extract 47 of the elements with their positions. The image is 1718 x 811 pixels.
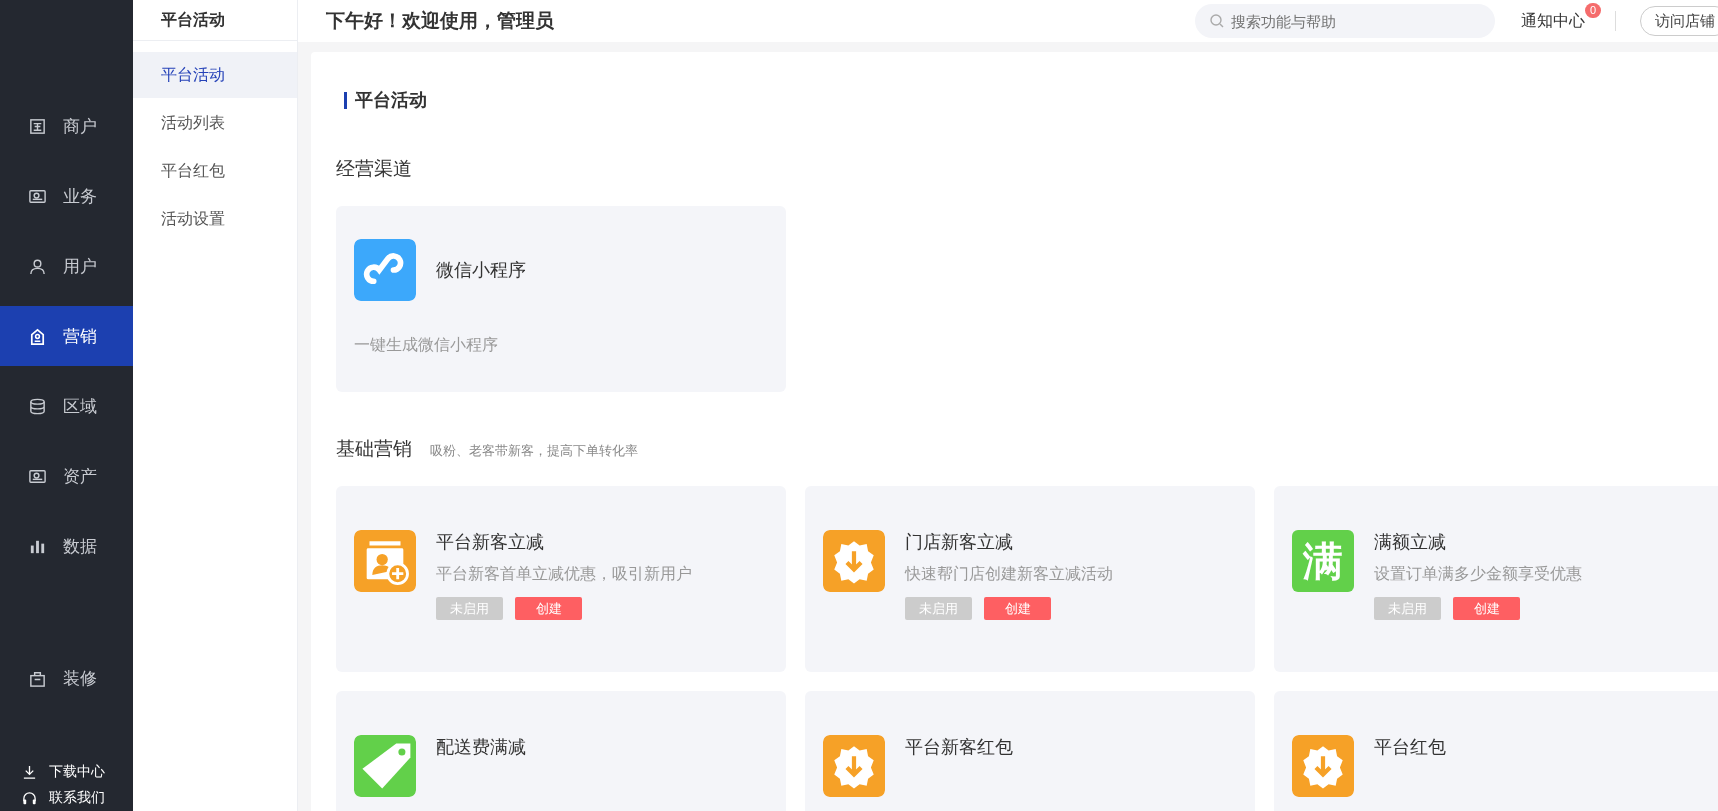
database-icon: [28, 396, 47, 416]
card-description: 平台新客首单立减优惠，吸引新用户: [436, 564, 692, 584]
search-field[interactable]: 搜索功能与帮助: [1195, 4, 1495, 38]
card-title: 门店新客立减: [905, 531, 1014, 554]
sidebar-item[interactable]: 数据: [0, 516, 133, 576]
footer-link[interactable]: 下载中心: [22, 763, 133, 781]
card-title: 满额立减: [1374, 531, 1447, 554]
tag-icon: [28, 326, 47, 346]
headset-icon: [22, 790, 37, 806]
activity-card[interactable]: 平台红包: [1274, 691, 1718, 811]
submenu-item[interactable]: 活动列表: [133, 100, 297, 146]
sidebar-item[interactable]: 商户: [0, 96, 133, 156]
card-title: 配送费满减: [436, 736, 526, 759]
submenu-title: 平台活动: [133, 0, 297, 41]
card-title: 微信小程序: [436, 259, 526, 282]
section-subtitle: 吸粉、老客带新客，提高下单转化率: [430, 442, 638, 460]
channel-card[interactable]: 微信小程序 一键生成微信小程序: [336, 206, 786, 392]
sidebar-item[interactable]: 装修: [0, 648, 133, 708]
store-icon: [28, 116, 47, 136]
greeting-text: 下午好！欢迎使用，管理员: [326, 9, 555, 33]
page-title: 平台活动: [355, 89, 427, 112]
notification-badge: 0: [1584, 2, 1601, 18]
card-title: 平台新客立减: [436, 531, 545, 554]
card-description: 设置订单满多少金额享受优惠: [1374, 564, 1582, 584]
sidebar-item[interactable]: 业务: [0, 166, 133, 226]
sidebar-item[interactable]: 区域: [0, 376, 133, 436]
submenu-item[interactable]: 平台活动: [133, 52, 297, 98]
card-title: 平台新客红包: [905, 736, 1013, 759]
app-icon: 满: [1292, 530, 1354, 592]
activity-card[interactable]: 配送费满减: [336, 691, 786, 811]
activity-card[interactable]: 平台新客红包: [805, 691, 1255, 811]
sidebar-item[interactable]: 用户: [0, 236, 133, 296]
submenu-item[interactable]: 活动设置: [133, 196, 297, 242]
card-description: 一键生成微信小程序: [354, 335, 499, 355]
section-title: 经营渠道: [336, 157, 412, 181]
title-accent-bar: [344, 91, 347, 109]
card-description: 快速帮门店创建新客立减活动: [905, 564, 1113, 584]
footer-link[interactable]: 联系我们: [22, 789, 133, 807]
notification-link[interactable]: 通知中心: [1521, 10, 1585, 32]
visit-store-button[interactable]: 访问店铺: [1640, 6, 1718, 36]
card-title: 平台红包: [1374, 736, 1446, 759]
sidebar-item[interactable]: 营销: [0, 306, 133, 366]
submenu-item[interactable]: 平台红包: [133, 148, 297, 194]
download-icon: [22, 764, 37, 780]
section-title: 基础营销: [336, 437, 412, 461]
sidebar-item[interactable]: 资产: [0, 446, 133, 506]
search-icon: [1209, 13, 1225, 29]
